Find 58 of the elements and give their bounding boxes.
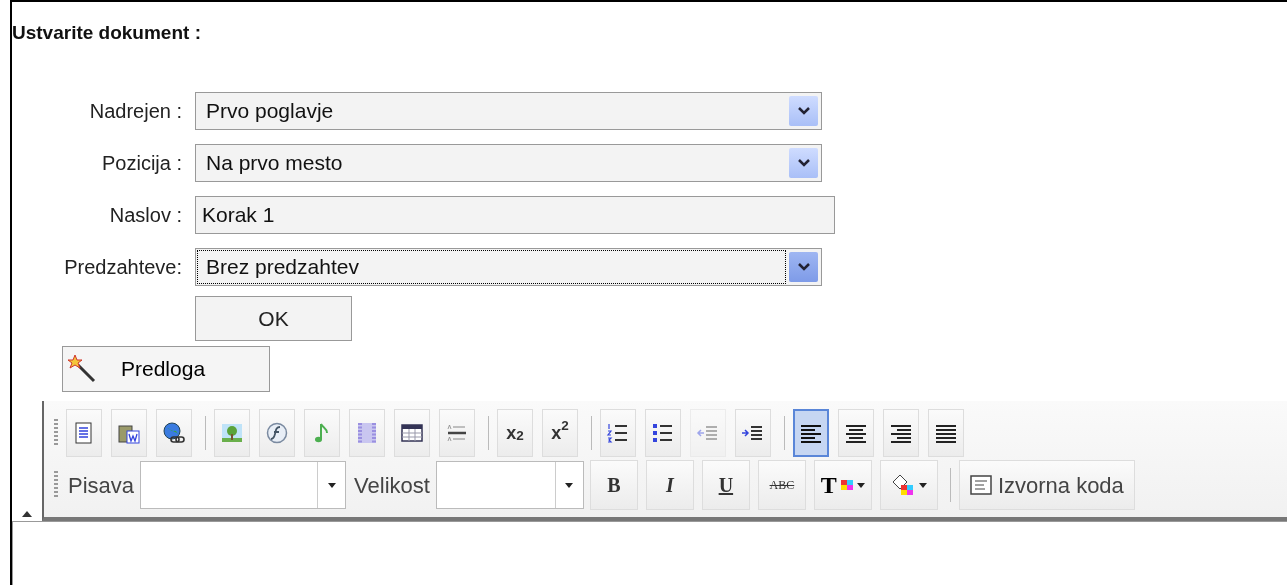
color-palette-icon [840,480,853,490]
clipboard-button[interactable] [111,409,147,457]
toolbar-grip [54,419,58,447]
underline-button[interactable]: U [701,460,750,510]
dropdown-field[interactable]: Brez predzahtev [195,248,822,286]
picture-button[interactable] [214,409,250,457]
template-button[interactable]: Predloga [62,346,270,392]
horizontal-rule-button[interactable] [439,409,475,457]
flash-button[interactable] [259,409,295,457]
dropdown-field[interactable]: Na prvo mesto [195,144,822,182]
picture-icon [220,421,244,445]
field-label: Naslov : [108,203,182,228]
superscript-button[interactable]: x$^{2}$ [542,409,578,457]
numbered-list-button[interactable] [600,409,636,457]
collapse-arrow-icon[interactable] [22,511,32,517]
justify-button[interactable] [928,409,964,457]
dropdown-field[interactable]: Prvo poglavje [195,92,822,130]
film-button[interactable] [349,409,385,457]
indent-button[interactable] [735,409,771,457]
table-button[interactable] [394,409,430,457]
caret-icon [327,482,336,488]
bold-button[interactable]: B [589,460,638,510]
magic-wand-icon [67,354,97,384]
field-label: Predzahteve: [63,255,182,280]
source-icon [969,475,992,495]
align-center-button[interactable] [838,409,874,457]
globe-icon [162,421,186,445]
text-color-button[interactable]: T [813,460,872,510]
italic-button[interactable]: I [645,460,694,510]
film-icon [355,421,379,445]
strikethrough-button[interactable]: ABC [757,460,806,510]
subscript-button[interactable]: x$_{2}$ [497,409,533,457]
text-field[interactable]: Korak 1 [195,196,835,234]
form-title: Ustvarite dokument : [12,21,202,45]
dropdown-field[interactable] [140,461,347,509]
field-label: Pozicija : [100,151,182,176]
music-note-button[interactable] [304,409,340,457]
ok-button[interactable]: OK [195,296,352,341]
toolbar-grip [54,471,58,499]
field-label: Nadrejen : [88,99,182,124]
flash-icon [265,421,289,445]
align-left-button[interactable] [793,409,829,457]
dropdown-field[interactable] [435,461,584,509]
bullet-list-icon [651,421,675,445]
source-code-button[interactable]: Izvorna koda [958,460,1135,510]
background-color-button[interactable] [879,460,938,510]
numbered-list-icon [606,421,630,445]
globe-button[interactable] [156,409,192,457]
toolbar-label: Pisava [68,471,135,500]
caret-icon [565,482,574,488]
document-button[interactable] [66,409,102,457]
align-right-button[interactable] [883,409,919,457]
table-icon [400,421,424,445]
caret-icon [918,482,927,488]
bullet-list-button[interactable] [645,409,681,457]
paint-bucket-icon [890,474,915,496]
caret-icon [856,482,865,488]
toolbar-label: Velikost [354,471,430,500]
